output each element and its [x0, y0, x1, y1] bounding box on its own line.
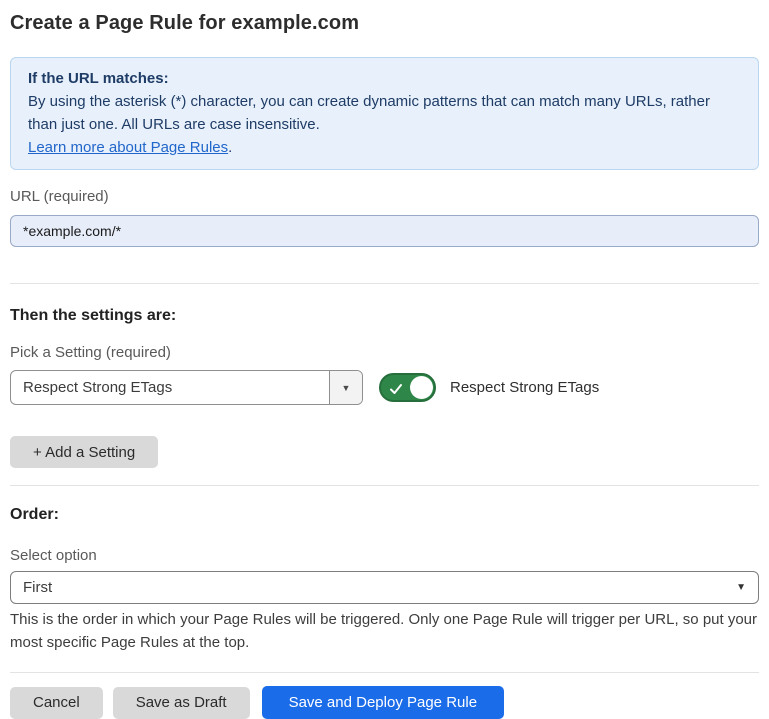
info-box-heading: If the URL matches: — [28, 67, 741, 90]
link-suffix: . — [228, 139, 232, 156]
order-select-value: First — [23, 579, 736, 596]
settings-section-heading: Then the settings are: — [10, 306, 759, 326]
footer-actions: Cancel Save as Draft Save and Deploy Pag… — [10, 686, 759, 719]
url-input[interactable] — [10, 215, 759, 247]
chevron-down-icon: ▼ — [736, 582, 746, 593]
create-page-rule-form: Create a Page Rule for example.com If th… — [0, 0, 769, 719]
toggle-knob — [410, 376, 433, 399]
info-box-body: By using the asterisk (*) character, you… — [28, 90, 741, 136]
etags-toggle-group: Respect Strong ETags — [379, 373, 599, 402]
url-match-info-box: If the URL matches: By using the asteris… — [10, 57, 759, 170]
order-select-label: Select option — [10, 546, 759, 566]
order-help-text: This is the order in which your Page Rul… — [10, 608, 759, 654]
cancel-button[interactable]: Cancel — [10, 687, 103, 719]
url-field-label: URL (required) — [10, 187, 759, 207]
setting-select-value: Respect Strong ETags — [11, 371, 329, 404]
divider — [10, 672, 759, 673]
learn-more-link[interactable]: Learn more about Page Rules — [28, 139, 228, 156]
setting-row: Respect Strong ETags ▼ Respect Strong ET… — [10, 370, 759, 405]
etags-toggle[interactable] — [379, 373, 436, 402]
divider — [10, 485, 759, 486]
chevron-down-icon: ▼ — [342, 383, 351, 393]
save-draft-button[interactable]: Save as Draft — [113, 687, 250, 719]
setting-picker-label: Pick a Setting (required) — [10, 343, 759, 363]
order-select[interactable]: First ▼ — [10, 571, 759, 604]
save-deploy-button[interactable]: Save and Deploy Page Rule — [262, 686, 504, 719]
page-title: Create a Page Rule for example.com — [10, 10, 759, 36]
check-icon — [389, 382, 403, 396]
divider — [10, 283, 759, 284]
add-setting-button[interactable]: + Add a Setting — [10, 436, 158, 468]
etags-toggle-label: Respect Strong ETags — [450, 379, 599, 396]
order-section-heading: Order: — [10, 505, 759, 525]
setting-select[interactable]: Respect Strong ETags ▼ — [10, 370, 363, 405]
info-box-link-line: Learn more about Page Rules. — [28, 136, 741, 159]
setting-select-arrow-button[interactable]: ▼ — [329, 371, 362, 404]
